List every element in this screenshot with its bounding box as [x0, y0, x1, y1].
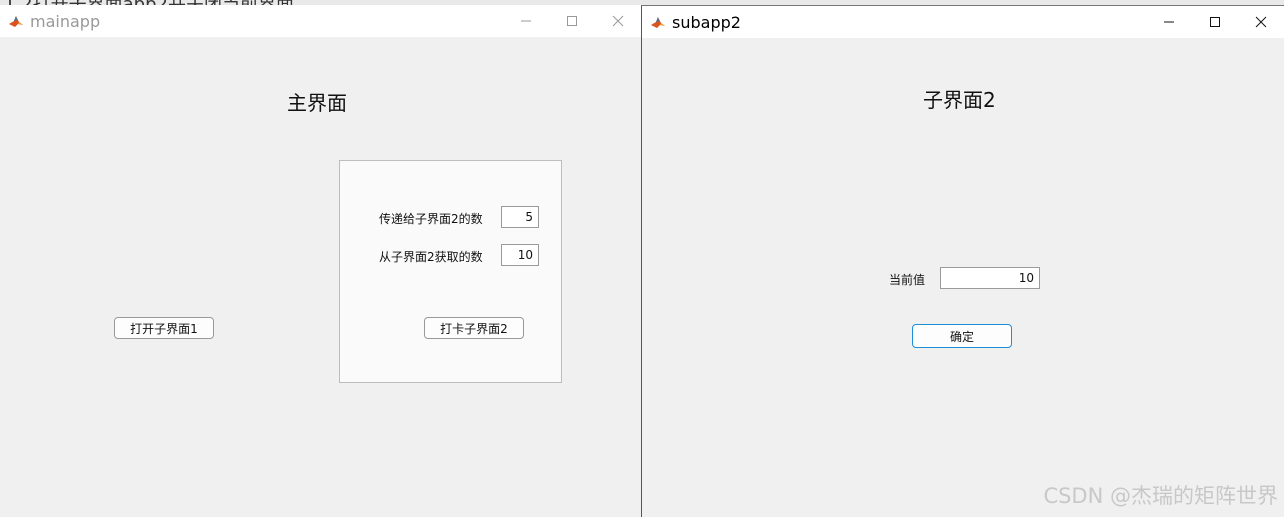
confirm-button[interactable]: 确定 — [912, 324, 1012, 348]
open-sub1-button[interactable]: 打开子界面1 — [114, 317, 214, 339]
open-sub2-button[interactable]: 打卡子界面2 — [424, 317, 524, 339]
subapp2-window: subapp2 子界面2 当前值 10 确定 — [641, 5, 1284, 517]
close-button[interactable] — [1238, 6, 1284, 38]
minimize-icon — [1164, 21, 1174, 23]
current-value-label: 当前值 — [889, 273, 926, 287]
subapp2-titlebar[interactable]: subapp2 — [642, 6, 1284, 38]
maximize-icon — [567, 16, 577, 26]
window-title: mainapp — [30, 11, 101, 31]
receive-value-label: 从子界面2获取的数 — [379, 250, 483, 264]
window-controls — [1146, 6, 1284, 38]
mainapp-window: mainapp 主界面 打开子界面1 传递给子界面2的数 5 从子界面2获取的数… — [0, 5, 642, 517]
close-icon — [1255, 16, 1267, 28]
minimize-button[interactable] — [1146, 6, 1192, 38]
current-value-field[interactable]: 10 — [940, 267, 1040, 289]
minimize-icon — [521, 20, 531, 22]
close-button[interactable] — [595, 5, 641, 37]
send-value-label: 传递给子界面2的数 — [379, 212, 483, 226]
window-title: subapp2 — [672, 12, 741, 32]
maximize-button[interactable] — [549, 5, 595, 37]
mainapp-titlebar[interactable]: mainapp — [0, 5, 641, 37]
matlab-icon — [8, 13, 24, 29]
data-panel: 传递给子界面2的数 5 从子界面2获取的数 10 打卡子界面2 — [339, 160, 562, 383]
window-controls — [503, 5, 641, 37]
matlab-icon — [650, 14, 666, 30]
maximize-icon — [1210, 17, 1220, 27]
watermark: CSDN @杰瑞的矩阵世界 — [1043, 484, 1278, 508]
close-icon — [612, 15, 624, 27]
send-value-field[interactable]: 5 — [501, 206, 539, 228]
receive-value-field[interactable]: 10 — [501, 244, 539, 266]
page-title: 子界面2 — [923, 88, 996, 112]
minimize-button[interactable] — [503, 5, 549, 37]
page-title: 主界面 — [287, 91, 347, 115]
maximize-button[interactable] — [1192, 6, 1238, 38]
